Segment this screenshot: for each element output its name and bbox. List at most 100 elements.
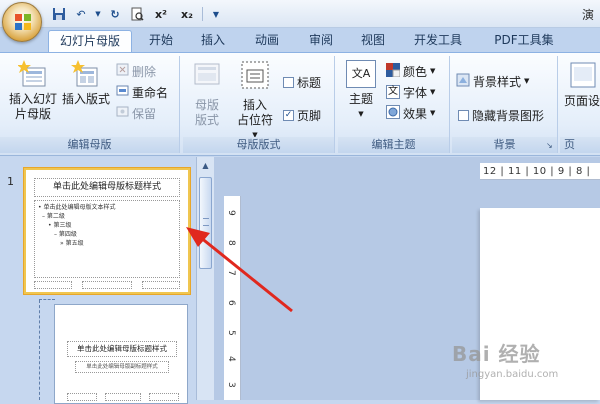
master-thumb-line-3: • 第三级 [48,222,72,229]
fonts-dropdown-icon: ▼ [430,88,436,96]
page-setup-icon [570,62,596,88]
layout-thumbnail[interactable]: 单击此处编辑母版标题样式 单击此处编辑母版副标题样式 [54,304,188,404]
title-checkbox-label: 标题 [297,75,322,90]
rename-button[interactable]: 重命名 [116,83,168,101]
master-thumb-footer-left [34,281,72,289]
background-styles-button[interactable]: 背景样式 ▼ [456,72,529,90]
hide-bg-graphics-label: 隐藏背景图形 [472,108,545,123]
tab-home[interactable]: 开始 [140,30,182,52]
page-setup-button[interactable]: 页面设 [564,60,600,109]
theme-label: 主题 [348,92,373,106]
master-thumb-line-1: • 单击此处编辑母版文本样式 [38,204,116,211]
vruler-mark-5: 5 [226,330,236,336]
scrollbar-thumb[interactable] [199,177,212,269]
colors-icon [386,62,401,80]
group-label-page-setup: 页 [560,137,600,153]
delete-button[interactable]: 删除 [116,62,156,80]
layout-connector-horizontal [39,299,55,300]
fonts-label: 字体 [403,85,428,100]
group-background: 背景样式 ▼ 隐藏背景图形 背景 ↘ [452,56,558,153]
scroll-up-icon[interactable]: ▲ [199,159,212,172]
office-logo-icon [15,14,31,30]
delete-label: 删除 [132,64,157,79]
master-layout-label-2: 版式 [194,113,219,127]
fonts-button[interactable]: 文 字体 ▼ [386,83,435,101]
tab-slide-master[interactable]: 幻灯片母版 [48,30,132,52]
group-page-setup: 页面设 页 [560,56,600,153]
effects-button[interactable]: 效果 ▼ [386,104,435,122]
insert-layout-button[interactable]: 插入版式 [60,60,112,107]
vruler-mark-9: 9 [226,210,236,216]
redo-icon[interactable]: ↻ [106,5,124,23]
layout-thumb-subtitle: 单击此处编辑母版副标题样式 [75,361,169,373]
insert-layout-label: 插入版式 [61,92,110,106]
background-dialog-launcher-icon[interactable]: ↘ [546,141,555,150]
background-styles-dropdown-icon: ▼ [524,77,530,85]
preserve-button[interactable]: 保留 [116,104,156,122]
slide-master-thumbnail[interactable]: 单击此处编辑母版标题样式 • 单击此处编辑母版文本样式 – 第二级 • 第三级 … [24,168,190,294]
rename-icon [116,84,129,100]
insert-placeholder-label-1: 插入 [242,98,267,112]
insert-layout-icon [71,60,98,87]
master-thumb-footer-right [142,281,180,289]
insert-slide-master-label-1: 插入幻灯 [8,92,57,106]
group-label-edit-master: 编辑母版 [0,137,179,153]
group-label-background-text: 背景 [493,138,516,151]
footer-checkbox-label: 页脚 [297,108,322,123]
background-styles-label: 背景样式 [473,74,522,89]
master-thumb-footer-center [82,281,132,289]
tab-pdf-tools[interactable]: PDF工具集 [486,30,562,52]
footer-checkbox-box[interactable]: ✓ [283,109,294,121]
undo-dropdown-icon[interactable]: ▼ [94,5,102,23]
superscript-icon[interactable]: x² [150,5,172,23]
group-master-layout: 母版 版式 插入 占位符 ▼ 标题 ✓ 页脚 母版版式 [183,56,335,153]
print-preview-icon[interactable] [128,5,146,23]
theme-button[interactable]: 文A 主题 ▼ [342,60,380,122]
group-label-edit-theme: 编辑主题 [338,137,449,153]
rename-label: 重命名 [132,85,169,100]
ribbon: 插入幻灯 片母版 插入版式 删除 重命名 保留 编辑母版 母版 版式 插入 占位… [0,52,600,156]
tab-review[interactable]: 审阅 [300,30,342,52]
colors-dropdown-icon: ▼ [430,67,436,75]
vruler-mark-4: 4 [226,356,236,362]
tab-animations[interactable]: 动画 [246,30,288,52]
master-layout-icon [194,63,220,85]
undo-icon[interactable]: ↶ [72,5,90,23]
slide-number: 1 [7,175,14,188]
hide-bg-graphics-checkbox-box[interactable] [458,109,469,121]
title-checkbox[interactable]: 标题 [283,73,321,91]
ribbon-tabs: 幻灯片母版 开始 插入 动画 审阅 视图 开发工具 PDF工具集 [0,28,600,52]
colors-button[interactable]: 颜色 ▼ [386,62,435,80]
insert-slide-master-button[interactable]: 插入幻灯 片母版 [6,60,60,122]
footer-checkbox[interactable]: ✓ 页脚 [283,106,321,124]
tab-view[interactable]: 视图 [352,30,394,52]
colors-label: 颜色 [403,64,428,79]
vertical-ruler: 9 8 7 6 5 4 3 [224,196,241,400]
group-edit-theme: 文A 主题 ▼ 颜色 ▼ 文 字体 ▼ 效果 ▼ 编辑主题 [338,56,450,153]
group-edit-master: 插入幻灯 片母版 插入版式 删除 重命名 保留 编辑母版 [0,56,180,153]
theme-icon: 文A [346,60,376,88]
insert-slide-master-icon [17,60,46,87]
customize-qat-icon[interactable]: ▼ [207,5,225,23]
tab-developer[interactable]: 开发工具 [406,30,470,52]
delete-icon [116,63,129,79]
title-checkbox-box[interactable] [283,76,294,88]
insert-placeholder-label-2: 占位符 [236,113,273,127]
effects-dropdown-icon: ▼ [430,109,436,117]
tab-insert[interactable]: 插入 [192,30,234,52]
save-icon[interactable] [50,5,68,23]
fonts-icon: 文 [386,85,400,99]
quick-access-toolbar: ↶ ▼ ↻ x² x₂ ▼ [50,4,225,24]
insert-placeholder-button[interactable]: 插入 占位符 ▼ [229,60,281,143]
thumbnail-scrollbar[interactable]: ▲ [196,157,214,400]
office-button[interactable] [2,2,42,42]
vruler-mark-8: 8 [226,240,236,246]
master-layout-button[interactable]: 母版 版式 [187,62,227,128]
preserve-icon [116,105,129,121]
subscript-icon[interactable]: x₂ [176,5,198,23]
watermark-main: Bai 经验 [452,342,541,366]
hide-bg-graphics-checkbox[interactable]: 隐藏背景图形 [458,106,544,124]
horizontal-ruler: 12 | 11 | 10 | 9 | 8 | [480,163,600,180]
preserve-label: 保留 [132,106,157,121]
layout-connector-vertical [39,300,40,400]
